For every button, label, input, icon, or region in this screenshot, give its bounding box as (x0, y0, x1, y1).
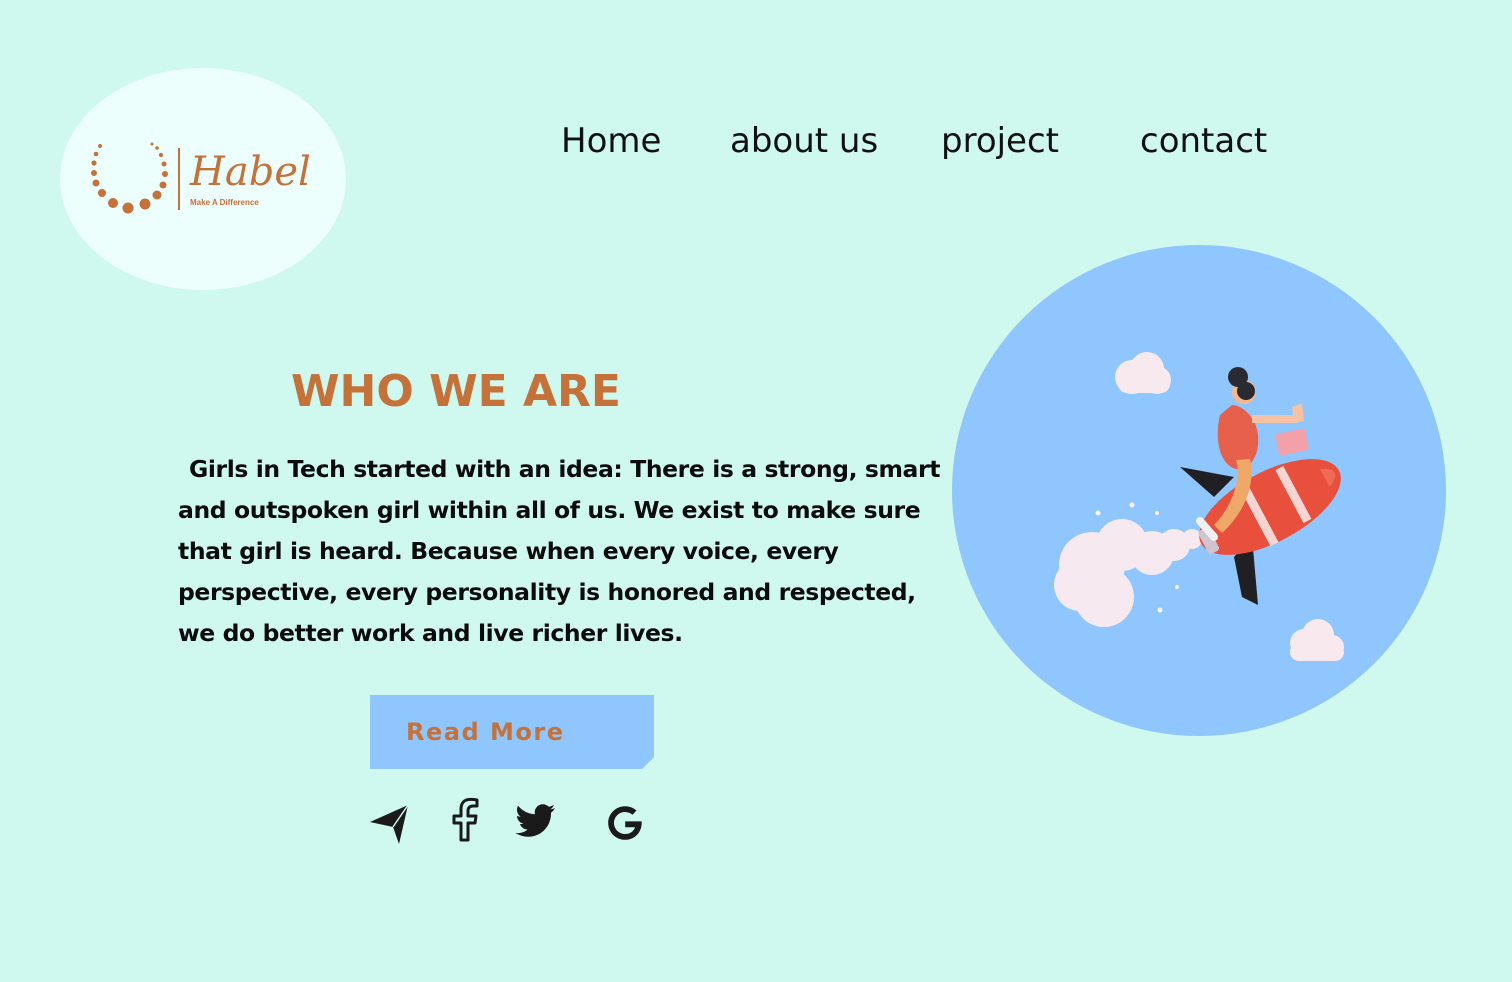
nav-home[interactable]: Home (561, 114, 661, 168)
nav-about-us[interactable]: about us (730, 114, 878, 168)
read-more-button[interactable]: Read More (370, 695, 654, 769)
logo[interactable]: Habel Make A Difference (60, 68, 346, 290)
nav-project[interactable]: project (941, 114, 1059, 168)
twitter-icon[interactable] (512, 797, 560, 849)
logo-mark: Habel Make A Difference (91, 142, 311, 214)
hero-illustration (952, 245, 1446, 736)
read-more-label: Read More (406, 718, 565, 746)
section-title: WHO WE ARE (291, 366, 621, 417)
facebook-icon[interactable] (446, 797, 486, 849)
section-body: Girls in Tech started with an idea: Ther… (178, 455, 941, 647)
main-nav: Home about us project contact (0, 114, 1512, 168)
nav-contact[interactable]: contact (1140, 114, 1267, 168)
cloud-icon (1115, 352, 1171, 394)
brand-tagline: Make A Difference (190, 198, 259, 207)
google-icon[interactable] (600, 797, 648, 849)
send-icon[interactable] (368, 797, 412, 849)
